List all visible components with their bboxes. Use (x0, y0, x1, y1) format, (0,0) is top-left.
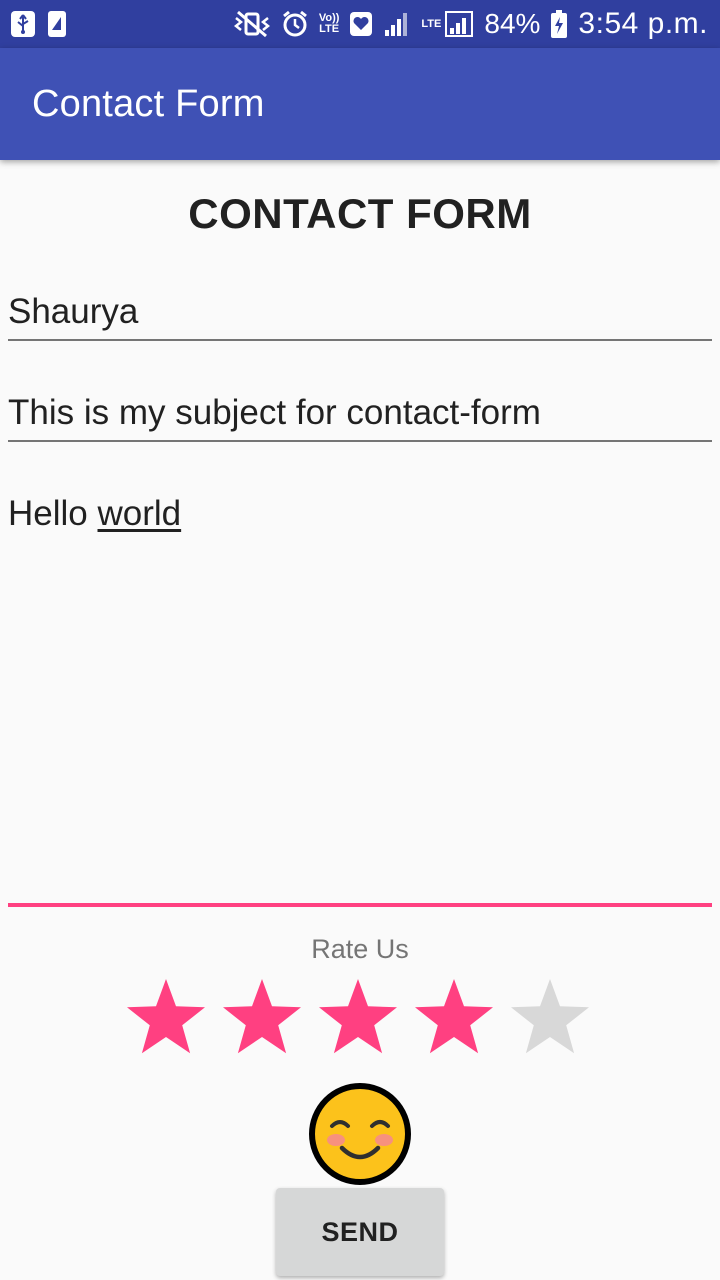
star-filled-icon[interactable] (412, 976, 496, 1060)
smiling-face-icon (309, 1083, 411, 1185)
signal-icon (383, 10, 411, 38)
star-filled-icon[interactable] (124, 976, 208, 1060)
rate-us-label: Rate Us (311, 934, 409, 964)
volte-icon: Vo)) LTE (318, 12, 340, 35)
message-spellcheck-word: world (97, 494, 182, 533)
rating-bar[interactable] (124, 976, 592, 1060)
battery-charging-icon (550, 9, 568, 39)
vibrate-icon (233, 10, 271, 38)
form-heading: CONTACT FORM (188, 190, 532, 237)
app-title: Contact Form (32, 82, 265, 125)
app-bar: Contact Form (0, 48, 720, 160)
usb-icon (10, 10, 36, 38)
send-button[interactable]: SEND (276, 1188, 444, 1276)
name-field-underline (8, 339, 712, 341)
lte-signal-icon: LTE (421, 10, 474, 38)
battery-percent: 84% (484, 8, 541, 39)
alarm-icon (281, 10, 309, 38)
name-field[interactable]: Shaurya (8, 292, 712, 338)
message-field-underline (8, 903, 712, 907)
message-field[interactable]: Hello world (8, 494, 712, 894)
subject-field-underline (8, 440, 712, 442)
clock: 3:54 p.m. (578, 7, 708, 40)
star-empty-icon[interactable] (508, 976, 592, 1060)
subject-field[interactable]: This is my subject for contact-form (8, 393, 712, 439)
status-bar: Vo)) LTE LTE 84% 3:54 p.m. (0, 0, 720, 48)
star-filled-icon[interactable] (316, 976, 400, 1060)
message-text: Hello (8, 494, 88, 533)
heart-icon (349, 11, 373, 37)
sim-icon (46, 10, 68, 38)
star-filled-icon[interactable] (220, 976, 304, 1060)
